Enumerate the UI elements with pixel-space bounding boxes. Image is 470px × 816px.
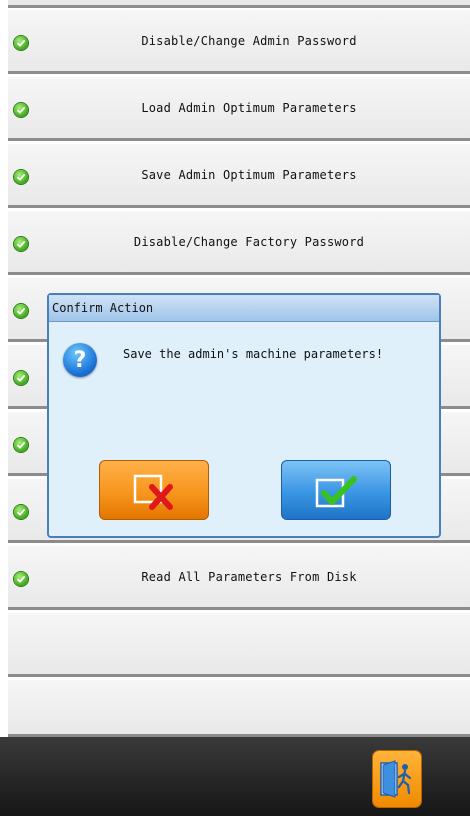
dialog-message: Save the admin's machine parameters!: [123, 347, 384, 361]
list-item[interactable]: Load Admin Optimum Parameters: [8, 77, 470, 141]
list-item-label: Load Admin Optimum Parameters: [141, 100, 357, 115]
check-icon: [14, 371, 28, 385]
check-icon: [14, 170, 28, 184]
ok-button[interactable]: [281, 460, 391, 520]
check-icon: [14, 237, 28, 251]
list-item[interactable]: Read All Parameters From Disk: [8, 546, 470, 610]
exit-button[interactable]: [373, 751, 421, 807]
list-item-empty: [8, 680, 470, 737]
list-item-label: Disable/Change Admin Password: [141, 33, 357, 48]
list-item[interactable]: Disable/Change Admin Password: [8, 10, 470, 74]
list-item-label: Save Admin Optimum Parameters: [141, 167, 357, 182]
cancel-button[interactable]: [99, 460, 209, 520]
check-icon: [14, 103, 28, 117]
check-icon: [14, 304, 28, 318]
confirm-check-icon: [315, 476, 357, 508]
check-icon: [14, 572, 28, 586]
list-item-label: [38, 613, 460, 674]
question-icon: ?: [63, 343, 97, 377]
list-item-empty: [8, 613, 470, 677]
exit-door-icon: [380, 760, 412, 798]
check-icon: [14, 36, 28, 50]
dialog-title: Confirm Action: [49, 295, 439, 322]
list-item-label: [38, 680, 460, 734]
list-item[interactable]: Disable/Change Factory Password: [8, 211, 470, 275]
list-item-label: Disable/Change Factory Password: [133, 234, 365, 249]
check-icon: [14, 438, 28, 452]
list-item-label: Read All Parameters From Disk: [141, 569, 357, 584]
list-top-border: [8, 0, 470, 8]
check-icon: [14, 505, 28, 519]
cancel-x-icon: [133, 474, 173, 510]
list-item[interactable]: Save Admin Optimum Parameters: [8, 144, 470, 208]
confirm-dialog: Confirm Action ? Save the admin's machin…: [47, 293, 441, 538]
